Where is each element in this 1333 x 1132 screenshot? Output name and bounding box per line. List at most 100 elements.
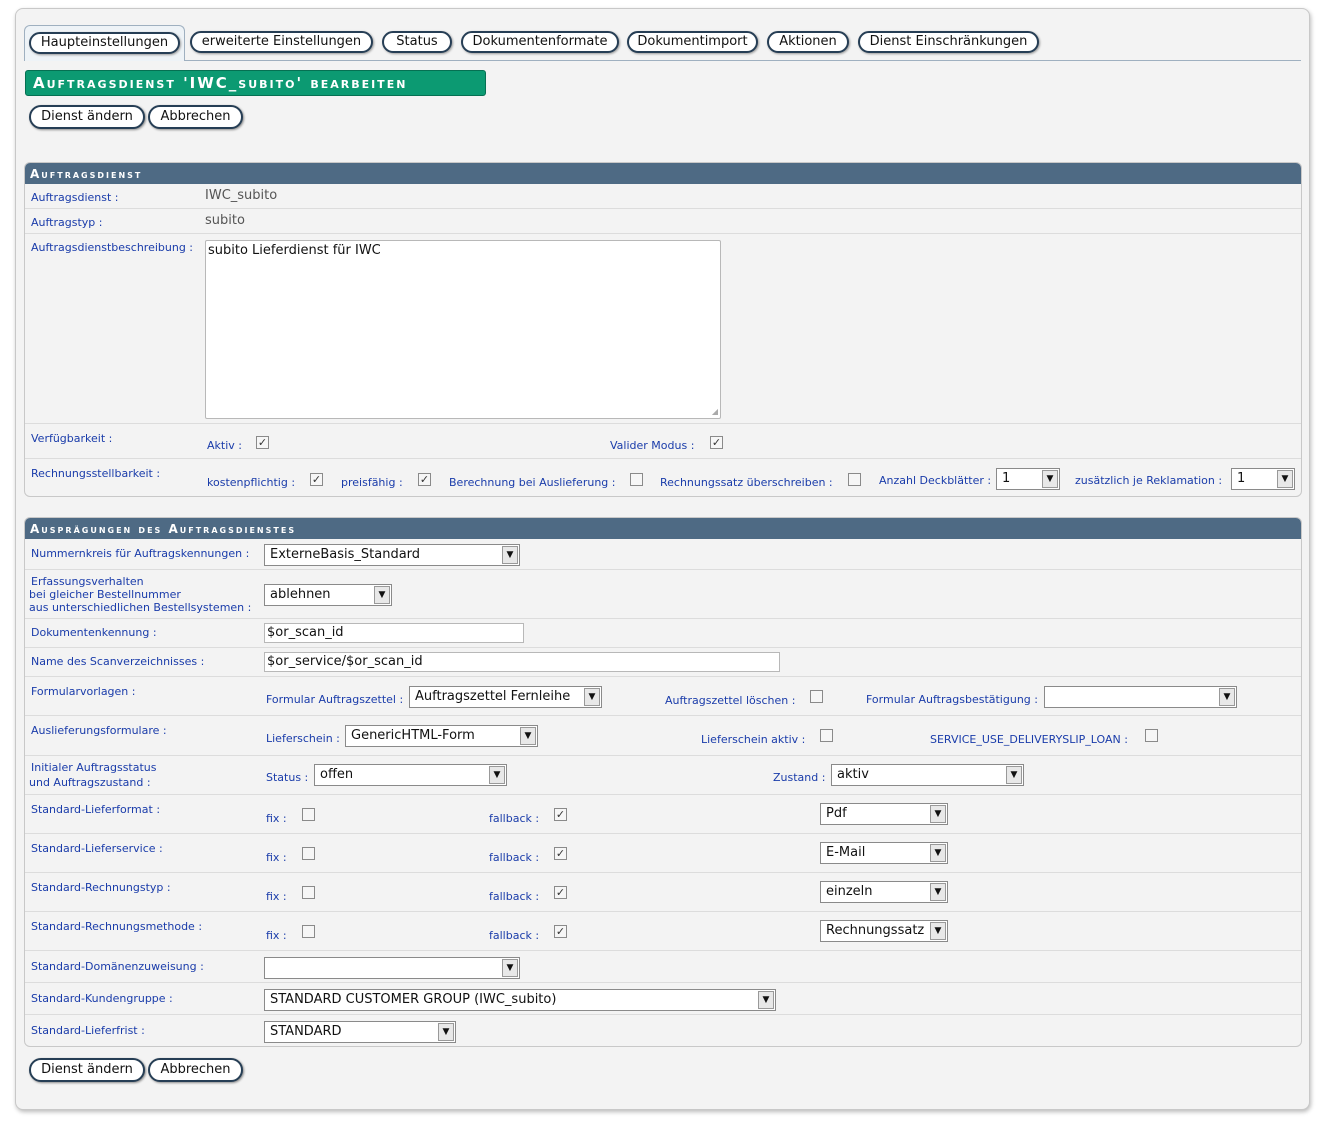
reklamation-select[interactable]: 1 ▼ bbox=[1231, 468, 1295, 490]
tab-erweiterte-einstellungen[interactable]: erweiterte Einstellungen bbox=[190, 31, 373, 53]
formular-auftragszettel-label: Formular Auftragszettel : bbox=[266, 693, 404, 706]
chevron-down-icon: ▼ bbox=[584, 688, 600, 706]
section-auspraegungen: Ausprägungen des Auftragsdienstes Nummer… bbox=[24, 517, 1302, 1047]
berechnung-checkbox[interactable] bbox=[630, 473, 643, 486]
chevron-down-icon: ▼ bbox=[1042, 470, 1058, 488]
preisfaehig-checkbox[interactable]: ✓ bbox=[418, 473, 431, 486]
fix-checkbox[interactable] bbox=[302, 886, 315, 899]
field-label: Standard-Domänenzuweisung : bbox=[31, 960, 204, 973]
formular-bestaetigung-select[interactable]: ▼ bbox=[1044, 686, 1237, 708]
chevron-down-icon: ▼ bbox=[1219, 688, 1235, 706]
chevron-down-icon: ▼ bbox=[374, 586, 390, 604]
field-label: Standard-Rechnungsmethode : bbox=[31, 920, 203, 933]
tab-bar: Haupteinstellungen erweiterte Einstellun… bbox=[24, 17, 1301, 61]
default-value-select[interactable]: Pdf ▼ bbox=[820, 803, 948, 825]
scanverzeichnis-input[interactable]: $or_service/$or_scan_id bbox=[264, 652, 780, 672]
row-verfuegbarkeit: Verfügbarkeit : Aktiv : ✓ Valider Modus … bbox=[25, 424, 1301, 459]
erfassung-select[interactable]: ablehnen ▼ bbox=[264, 584, 392, 606]
row-lieferfrist: Standard-Lieferfrist : STANDARD ▼ bbox=[25, 1015, 1301, 1046]
fallback-checkbox[interactable]: ✓ bbox=[554, 808, 567, 821]
auftragszettel-loeschen-label: Auftragszettel löschen : bbox=[665, 694, 796, 707]
row-auftragstyp: Auftragstyp : subito bbox=[25, 209, 1301, 234]
field-label: bei gleicher Bestellnummer bbox=[29, 588, 181, 601]
deliveryslip-label: SERVICE_USE_DELIVERYSLIP_LOAN : bbox=[930, 733, 1128, 746]
dokumentenkennung-input[interactable]: $or_scan_id bbox=[264, 623, 524, 643]
field-label: Rechnungsstellbarkeit : bbox=[31, 467, 161, 480]
deckblaetter-select[interactable]: 1 ▼ bbox=[996, 468, 1060, 490]
row-auftragsdienst: Auftragsdienst : IWC_subito bbox=[25, 184, 1301, 209]
fix-label: fix : bbox=[266, 851, 287, 864]
row-kundengruppe: Standard-Kundengruppe : STANDARD CUSTOME… bbox=[25, 983, 1301, 1015]
zustand-select[interactable]: aktiv ▼ bbox=[831, 764, 1024, 786]
aktiv-checkbox[interactable]: ✓ bbox=[256, 436, 269, 449]
fix-checkbox[interactable] bbox=[302, 808, 315, 821]
status-select[interactable]: offen ▼ bbox=[314, 764, 507, 786]
field-label: Name des Scanverzeichnisses : bbox=[31, 655, 205, 668]
tab-aktionen[interactable]: Aktionen bbox=[767, 31, 849, 53]
fix-checkbox[interactable] bbox=[302, 847, 315, 860]
field-label: Standard-Lieferfrist : bbox=[31, 1024, 145, 1037]
tab-status[interactable]: Status bbox=[382, 31, 452, 53]
lieferschein-aktiv-label: Lieferschein aktiv : bbox=[701, 733, 806, 746]
fallback-checkbox[interactable]: ✓ bbox=[554, 847, 567, 860]
fix-checkbox[interactable] bbox=[302, 925, 315, 938]
kundengruppe-select[interactable]: STANDARD CUSTOMER GROUP (IWC_subito) ▼ bbox=[264, 989, 776, 1011]
fallback-checkbox[interactable]: ✓ bbox=[554, 925, 567, 938]
section-header: Ausprägungen des Auftragsdienstes bbox=[25, 518, 1301, 539]
fallback-checkbox[interactable]: ✓ bbox=[554, 886, 567, 899]
row-standard-default: Standard-Rechnungsmethode : fix : fallba… bbox=[25, 912, 1301, 951]
domaenen-select[interactable]: ▼ bbox=[264, 957, 520, 979]
status-label: Status : bbox=[266, 771, 309, 784]
nummernkreis-select[interactable]: ExterneBasis_Standard ▼ bbox=[264, 544, 520, 566]
lieferschein-select[interactable]: GenericHTML-Form ▼ bbox=[345, 725, 538, 747]
tab-dienst-einschraenkungen[interactable]: Dienst Einschränkungen bbox=[858, 31, 1039, 53]
section-auftragsdienst: Auftragsdienst Auftragsdienst : IWC_subi… bbox=[24, 162, 1302, 497]
lieferschein-aktiv-checkbox[interactable] bbox=[820, 729, 833, 742]
row-dokumentenkennung: Dokumentenkennung : $or_scan_id bbox=[25, 619, 1301, 648]
row-beschreibung: Auftragsdienstbeschreibung : subito Lief… bbox=[25, 234, 1301, 424]
chevron-down-icon: ▼ bbox=[438, 1023, 454, 1041]
deckblaetter-label: Anzahl Deckblätter : bbox=[879, 474, 992, 487]
page-title: Auftragsdienst 'IWC_subito' bearbeiten bbox=[25, 70, 486, 96]
tab-dokumentenformate[interactable]: Dokumentenformate bbox=[461, 31, 619, 53]
row-erfassungsverhalten: Erfassungsverhalten bei gleicher Bestell… bbox=[25, 570, 1301, 619]
fix-label: fix : bbox=[266, 890, 287, 903]
field-label: Auftragsdienst : bbox=[31, 191, 119, 204]
field-label: Dokumentenkennung : bbox=[31, 626, 157, 639]
deliveryslip-checkbox[interactable] bbox=[1145, 729, 1158, 742]
section-header: Auftragsdienst bbox=[25, 163, 1301, 184]
default-value-select[interactable]: einzeln ▼ bbox=[820, 881, 948, 903]
field-label: und Auftragszustand : bbox=[29, 776, 151, 789]
zustand-label: Zustand : bbox=[773, 771, 826, 784]
formular-auftragszettel-select[interactable]: Auftragszettel Fernleihe ▼ bbox=[409, 686, 602, 708]
beschreibung-textarea[interactable]: subito Lieferdienst für IWC ◢ bbox=[205, 240, 721, 419]
row-standard-default: Standard-Lieferservice : fix : fallback … bbox=[25, 834, 1301, 873]
resize-grip-icon[interactable]: ◢ bbox=[712, 407, 718, 416]
default-value-select[interactable]: Rechnungssatz ▼ bbox=[820, 920, 948, 942]
row-formularvorlagen: Formularvorlagen : Formular Auftragszett… bbox=[25, 677, 1301, 716]
chevron-down-icon: ▼ bbox=[758, 991, 774, 1009]
chevron-down-icon: ▼ bbox=[930, 844, 946, 862]
tab-haupteinstellungen[interactable]: Haupteinstellungen bbox=[24, 25, 185, 61]
fix-label: fix : bbox=[266, 929, 287, 942]
kostenpflichtig-label: kostenpflichtig : bbox=[207, 476, 296, 489]
kostenpflichtig-checkbox[interactable]: ✓ bbox=[310, 473, 323, 486]
rechnungssatz-checkbox[interactable] bbox=[848, 473, 861, 486]
rechnungssatz-label: Rechnungssatz überschreiben : bbox=[660, 476, 833, 489]
preisfaehig-label: preisfähig : bbox=[341, 476, 403, 489]
main-frame: Haupteinstellungen erweiterte Einstellun… bbox=[15, 8, 1310, 1110]
row-scanverzeichnis: Name des Scanverzeichnisses : $or_servic… bbox=[25, 648, 1301, 677]
lieferfrist-select[interactable]: STANDARD ▼ bbox=[264, 1021, 456, 1043]
save-service-button-top[interactable]: Dienst ändern bbox=[29, 105, 145, 129]
cancel-button-top[interactable]: Abbrechen bbox=[148, 105, 243, 129]
tab-dokumentimport[interactable]: Dokumentimport bbox=[627, 31, 758, 53]
auftragsdienst-value: IWC_subito bbox=[205, 188, 278, 203]
field-label: Auslieferungsformulare : bbox=[31, 724, 167, 737]
default-value-select[interactable]: E-Mail ▼ bbox=[820, 842, 948, 864]
auftragszettel-loeschen-checkbox[interactable] bbox=[810, 690, 823, 703]
row-standard-default: Standard-Lieferformat : fix : fallback :… bbox=[25, 795, 1301, 834]
save-service-button-bottom[interactable]: Dienst ändern bbox=[29, 1058, 145, 1082]
berechnung-label: Berechnung bei Auslieferung : bbox=[449, 476, 616, 489]
valider-modus-checkbox[interactable]: ✓ bbox=[710, 436, 723, 449]
cancel-button-bottom[interactable]: Abbrechen bbox=[148, 1058, 243, 1082]
